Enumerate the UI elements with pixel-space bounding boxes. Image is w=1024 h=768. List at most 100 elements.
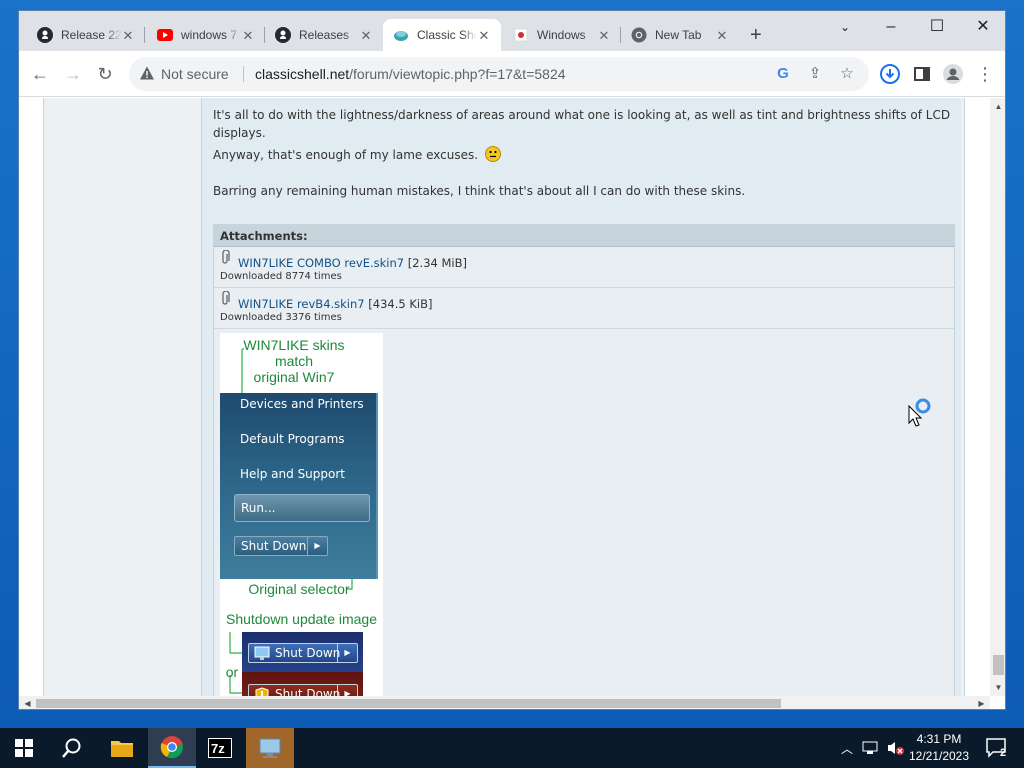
youtube-icon [157, 27, 173, 43]
tab-windows[interactable]: Windows ✕ [503, 19, 621, 51]
tab-youtube[interactable]: windows 7 ✕ [147, 19, 265, 51]
close-tab-icon[interactable]: ✕ [597, 28, 611, 44]
attachments-header: Attachments: [214, 225, 954, 247]
chrome-icon [160, 736, 183, 759]
attachment-row: WIN7LIKE revB4.skin7 [434.5 KiB] Downloa… [214, 288, 954, 329]
tab-strip: Release 22 ✕ windows 7 ✕ Releases ✕ Clas… [19, 11, 1005, 51]
scroll-up-icon[interactable]: ▲ [990, 98, 1005, 115]
network-icon[interactable] [860, 728, 882, 768]
shutdown-button-red: Shut Down ▶ [248, 684, 358, 696]
attachment-link[interactable]: WIN7LIKE revB4.skin7 [434.5 KiB] [238, 297, 432, 311]
search-button[interactable] [48, 728, 96, 768]
attachment-link[interactable]: WIN7LIKE COMBO revE.skin7 [2.34 MiB] [238, 256, 467, 270]
paperclip-icon [222, 291, 230, 305]
taskbar: 7z ︿ 4:31 PM 12/21/2023 2 [0, 728, 1024, 768]
vertical-scrollbar[interactable]: ▲ ▼ [990, 98, 1005, 696]
monitor-settings-icon [259, 738, 281, 758]
new-tab-plus-icon[interactable]: + [750, 25, 762, 45]
attachment-row: WIN7LIKE COMBO revE.skin7 [2.34 MiB] Dow… [214, 247, 954, 288]
scroll-thumb[interactable] [993, 655, 1004, 675]
tab-release[interactable]: Release 22 ✕ [27, 19, 145, 51]
tab-search-chevron-icon[interactable]: ⌄ [825, 15, 865, 39]
address-bar[interactable]: Not secure classicshell.net/forum/viewto… [129, 57, 869, 91]
file-explorer-button[interactable] [98, 728, 146, 768]
system-clock[interactable]: 4:31 PM 12/21/2023 [900, 731, 978, 765]
svg-text:7z: 7z [211, 741, 225, 756]
browser-window: Release 22 ✕ windows 7 ✕ Releases ✕ Clas… [18, 10, 1006, 710]
url-text[interactable]: classicshell.net/forum/viewtopic.php?f=1… [255, 66, 566, 82]
arrow-right-icon: ▶ [337, 644, 357, 662]
clock-time: 4:31 PM [916, 732, 962, 746]
post-content: It's all to do with the lightness/darkne… [213, 106, 953, 200]
paperclip-icon [222, 250, 230, 264]
attachment-preview-image[interactable]: WIN7LIKE skins match original Win7 Devic… [220, 333, 383, 696]
shutdown-variants-sample: Shut Down ▶ Shut Down ▶ [242, 632, 363, 696]
share-icon[interactable]: ⇪ [807, 66, 823, 82]
action-center-button[interactable]: 2 [982, 728, 1012, 768]
classic-shell-settings-button[interactable] [246, 728, 294, 768]
maximize-icon[interactable]: ☐ [917, 15, 957, 39]
close-window-icon[interactable]: ✕ [963, 15, 1003, 39]
annotation-text: Shutdown update image [226, 611, 377, 627]
bookmark-star-icon[interactable]: ☆ [839, 66, 855, 82]
profile-avatar-icon[interactable] [941, 62, 965, 86]
win7-start-menu-sample: Devices and Printers Default Programs He… [220, 393, 378, 579]
smiley-icon [484, 146, 501, 162]
menu-item: Default Programs [240, 432, 345, 446]
horizontal-scrollbar[interactable]: ◀ ▶ [19, 696, 990, 709]
classic-shell-icon [393, 27, 409, 43]
run-item-selected: Run... [234, 494, 370, 522]
minimize-icon[interactable]: – [871, 15, 911, 39]
close-tab-icon[interactable]: ✕ [715, 28, 729, 44]
windows-flag-icon [513, 27, 529, 43]
folder-icon [111, 741, 133, 757]
uac-shield-icon [255, 687, 269, 696]
post-paragraph: Barring any remaining human mistakes, I … [213, 184, 746, 198]
page-viewport: It's all to do with the lightness/darkne… [19, 98, 990, 696]
back-arrow-icon[interactable]: ← [28, 62, 52, 86]
annotation-text: or [225, 664, 239, 680]
notification-count: 2 [1000, 747, 1007, 759]
7zip-button[interactable]: 7z [196, 728, 244, 768]
clock-date: 12/21/2023 [908, 749, 970, 763]
scroll-thumb[interactable] [36, 699, 781, 708]
side-panel-icon[interactable] [910, 62, 934, 86]
tab-title: Classic Shell [417, 28, 477, 42]
chrome-icon [631, 27, 647, 43]
shutdown-button-sample: Shut Down ▶ [234, 536, 328, 556]
tab-title: Releases [299, 28, 350, 42]
chrome-taskbar-button[interactable] [148, 728, 196, 768]
forward-arrow-icon[interactable]: → [61, 62, 85, 86]
scroll-left-icon[interactable]: ◀ [19, 696, 36, 709]
scroll-right-icon[interactable]: ▶ [973, 696, 990, 709]
annotation-text: Original selector [248, 581, 350, 597]
warning-triangle-icon [140, 66, 154, 80]
post-paragraph: It's all to do with the lightness/darkne… [213, 108, 951, 140]
annotation-text: WIN7LIKE skins match original Win7 [243, 337, 345, 385]
google-translate-icon[interactable]: G [775, 66, 791, 82]
tab-title: Windows [537, 28, 586, 42]
tab-releases[interactable]: Releases ✕ [265, 19, 383, 51]
windows-logo-icon [15, 739, 33, 757]
attachments-box: Attachments: WIN7LIKE COMBO revE.skin7 [… [213, 224, 955, 696]
tab-new-tab[interactable]: New Tab ✕ [621, 19, 739, 51]
github-icon [37, 27, 53, 43]
download-icon[interactable] [878, 62, 902, 86]
tab-title: Release 22 [61, 28, 121, 42]
scroll-down-icon[interactable]: ▼ [990, 679, 1005, 696]
close-tab-icon[interactable]: ✕ [121, 28, 135, 44]
close-tab-icon[interactable]: ✕ [241, 28, 255, 44]
post-paragraph: Anyway, that's enough of my lame excuses… [213, 146, 953, 164]
browser-toolbar: ← → ↻ Not secure classicshell.net/forum/… [19, 51, 1005, 97]
close-tab-icon[interactable]: ✕ [359, 28, 373, 44]
start-button[interactable] [0, 728, 48, 768]
tab-classic-shell[interactable]: Classic Shell ✕ [383, 19, 501, 51]
menu-item: Devices and Printers [240, 397, 364, 411]
github-icon [275, 27, 291, 43]
menu-kebab-icon[interactable]: ⋮ [973, 62, 997, 86]
reload-icon[interactable]: ↻ [93, 62, 117, 86]
tray-overflow-chevron-icon[interactable]: ︿ [838, 728, 856, 768]
tab-title: windows 7 [181, 28, 238, 42]
close-tab-icon[interactable]: ✕ [477, 28, 491, 44]
not-secure-label: Not secure [161, 66, 229, 82]
